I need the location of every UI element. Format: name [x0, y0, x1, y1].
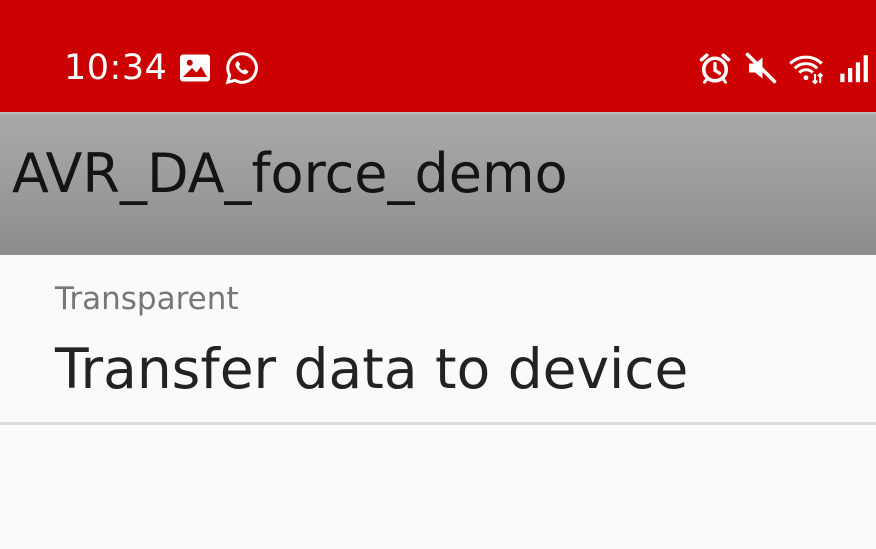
list-item-overline: Transparent — [55, 281, 239, 317]
wifi-icon — [788, 50, 824, 86]
status-bar: 10:34 — [0, 0, 876, 112]
app-bar: AVR_DA_force_demo — [0, 112, 876, 255]
whatsapp-icon — [224, 50, 260, 86]
alarm-icon — [697, 50, 733, 86]
mute-icon — [743, 50, 779, 86]
list-item-transfer-data[interactable]: Transparent Transfer data to device — [0, 255, 876, 425]
app-title: AVR_DA_force_demo — [12, 142, 568, 205]
status-time: 10:34 — [64, 48, 168, 88]
list-item-title: Transfer data to device — [55, 337, 689, 401]
signal-icon — [836, 50, 870, 86]
image-icon — [177, 50, 213, 86]
